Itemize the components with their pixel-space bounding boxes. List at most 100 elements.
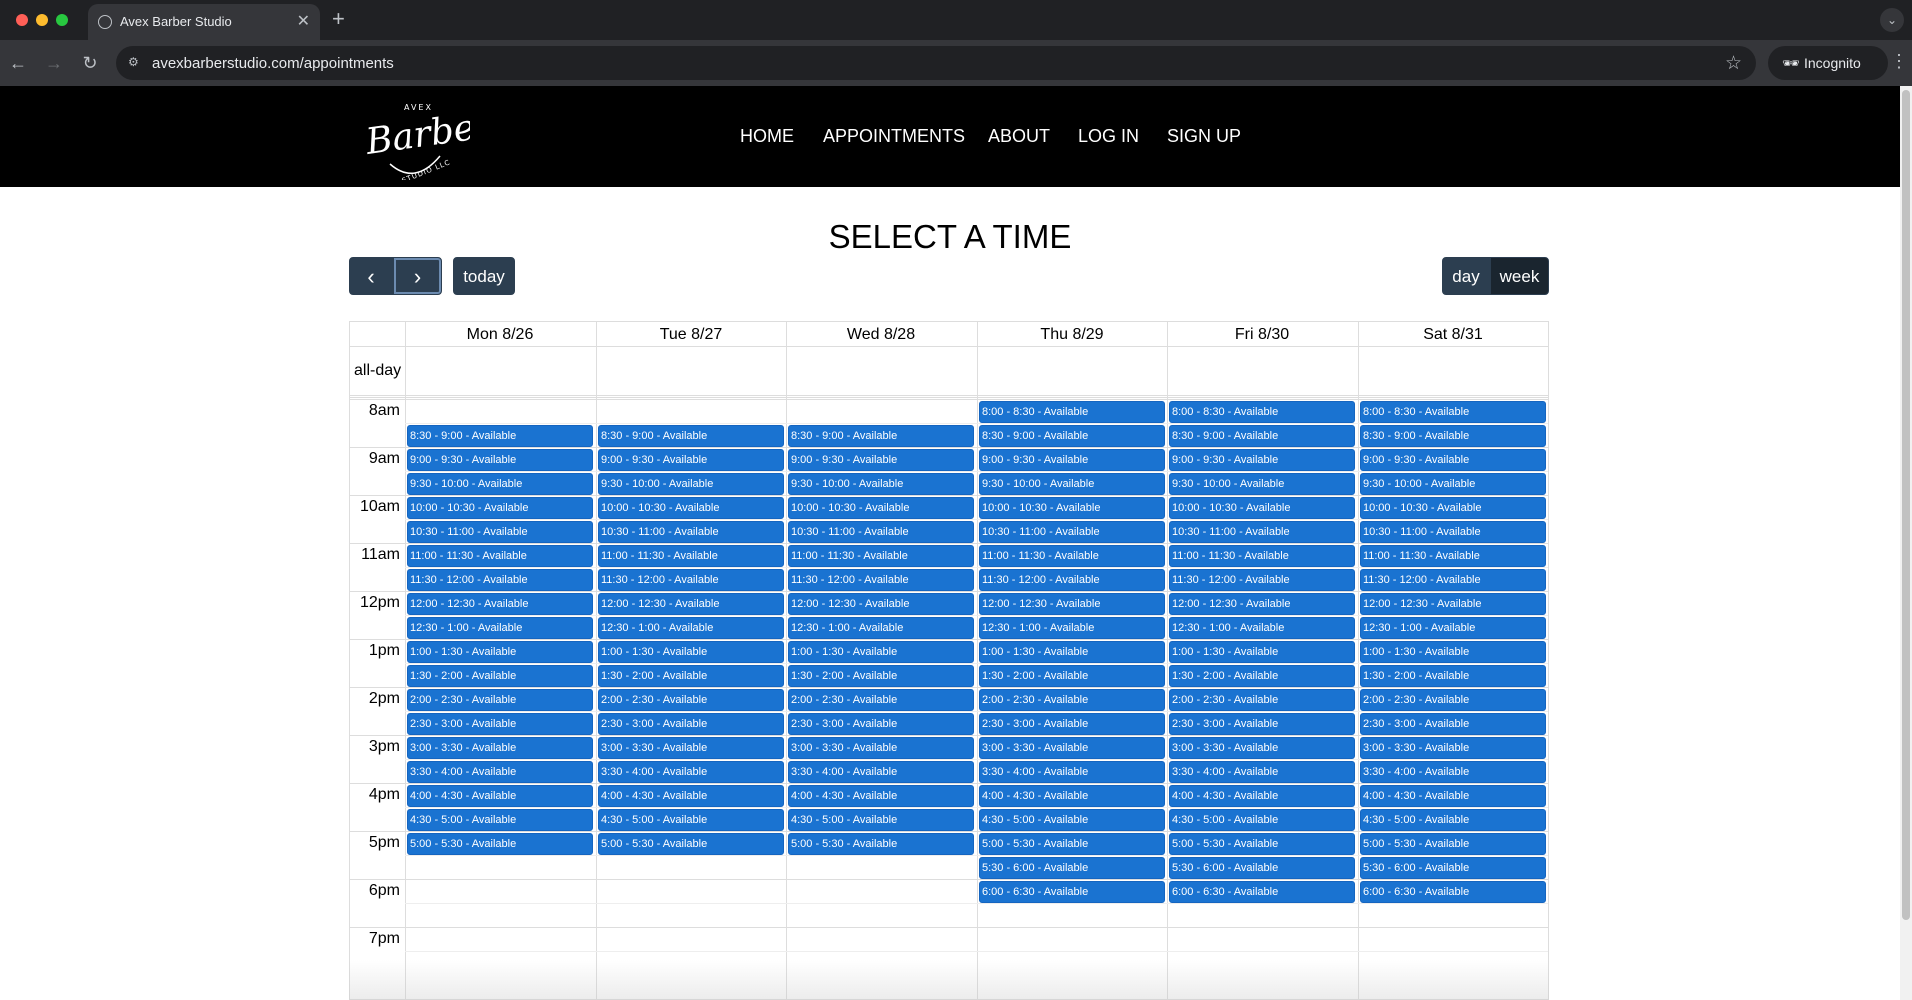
close-tab-icon[interactable]: ✕ (297, 11, 310, 31)
available-time-slot[interactable]: 11:30 - 12:00 - Available (1169, 569, 1355, 591)
available-time-slot[interactable]: 3:00 - 3:30 - Available (788, 737, 974, 759)
available-time-slot[interactable]: 9:30 - 10:00 - Available (788, 473, 974, 495)
available-time-slot[interactable]: 10:00 - 10:30 - Available (979, 497, 1165, 519)
available-time-slot[interactable]: 6:00 - 6:30 - Available (979, 881, 1165, 903)
available-time-slot[interactable]: 2:30 - 3:00 - Available (598, 713, 784, 735)
available-time-slot[interactable]: 4:30 - 5:00 - Available (788, 809, 974, 831)
available-time-slot[interactable]: 1:00 - 1:30 - Available (1360, 641, 1546, 663)
page-scrollbar[interactable] (1900, 86, 1912, 1000)
available-time-slot[interactable]: 9:00 - 9:30 - Available (1169, 449, 1355, 471)
available-time-slot[interactable]: 4:00 - 4:30 - Available (979, 785, 1165, 807)
available-time-slot[interactable]: 2:00 - 2:30 - Available (1169, 689, 1355, 711)
available-time-slot[interactable]: 1:00 - 1:30 - Available (407, 641, 593, 663)
available-time-slot[interactable]: 12:30 - 1:00 - Available (788, 617, 974, 639)
available-time-slot[interactable]: 10:00 - 10:30 - Available (407, 497, 593, 519)
day-view-button[interactable]: day (1442, 257, 1490, 295)
maximize-window-button[interactable] (56, 14, 68, 26)
available-time-slot[interactable]: 11:30 - 12:00 - Available (407, 569, 593, 591)
available-time-slot[interactable]: 2:30 - 3:00 - Available (407, 713, 593, 735)
back-arrow-icon[interactable]: ← (6, 51, 30, 75)
available-time-slot[interactable]: 3:00 - 3:30 - Available (407, 737, 593, 759)
nav-about[interactable]: ABOUT (988, 126, 1050, 147)
available-time-slot[interactable]: 1:30 - 2:00 - Available (598, 665, 784, 687)
available-time-slot[interactable]: 12:00 - 12:30 - Available (788, 593, 974, 615)
available-time-slot[interactable]: 12:00 - 12:30 - Available (407, 593, 593, 615)
available-time-slot[interactable]: 11:00 - 11:30 - Available (979, 545, 1165, 567)
available-time-slot[interactable]: 1:00 - 1:30 - Available (979, 641, 1165, 663)
available-time-slot[interactable]: 4:30 - 5:00 - Available (407, 809, 593, 831)
available-time-slot[interactable]: 2:30 - 3:00 - Available (788, 713, 974, 735)
available-time-slot[interactable]: 9:00 - 9:30 - Available (979, 449, 1165, 471)
available-time-slot[interactable]: 10:30 - 11:00 - Available (598, 521, 784, 543)
available-time-slot[interactable]: 1:00 - 1:30 - Available (598, 641, 784, 663)
available-time-slot[interactable]: 12:30 - 1:00 - Available (979, 617, 1165, 639)
available-time-slot[interactable]: 12:30 - 1:00 - Available (1169, 617, 1355, 639)
available-time-slot[interactable]: 2:00 - 2:30 - Available (979, 689, 1165, 711)
available-time-slot[interactable]: 4:00 - 4:30 - Available (598, 785, 784, 807)
available-time-slot[interactable]: 9:30 - 10:00 - Available (979, 473, 1165, 495)
available-time-slot[interactable]: 8:00 - 8:30 - Available (1169, 401, 1355, 423)
forward-arrow-icon[interactable]: → (42, 51, 66, 75)
available-time-slot[interactable]: 5:00 - 5:30 - Available (1169, 833, 1355, 855)
available-time-slot[interactable]: 1:30 - 2:00 - Available (1169, 665, 1355, 687)
avex-barber-logo[interactable]: AVEX Barber STUDIO LLC (360, 94, 496, 185)
available-time-slot[interactable]: 12:30 - 1:00 - Available (407, 617, 593, 639)
available-time-slot[interactable]: 3:00 - 3:30 - Available (1169, 737, 1355, 759)
available-time-slot[interactable]: 10:00 - 10:30 - Available (1360, 497, 1546, 519)
prev-week-button[interactable]: ‹ (349, 257, 393, 295)
available-time-slot[interactable]: 9:00 - 9:30 - Available (598, 449, 784, 471)
available-time-slot[interactable]: 1:30 - 2:00 - Available (1360, 665, 1546, 687)
available-time-slot[interactable]: 9:30 - 10:00 - Available (1360, 473, 1546, 495)
available-time-slot[interactable]: 5:00 - 5:30 - Available (788, 833, 974, 855)
available-time-slot[interactable]: 10:30 - 11:00 - Available (979, 521, 1165, 543)
new-tab-icon[interactable]: + (332, 6, 345, 32)
site-info-icon[interactable]: ⚙ (128, 55, 144, 71)
available-time-slot[interactable]: 11:30 - 12:00 - Available (1360, 569, 1546, 591)
available-time-slot[interactable]: 5:00 - 5:30 - Available (407, 833, 593, 855)
available-time-slot[interactable]: 8:30 - 9:00 - Available (1360, 425, 1546, 447)
available-time-slot[interactable]: 11:30 - 12:00 - Available (979, 569, 1165, 591)
scrollbar-thumb[interactable] (1902, 90, 1910, 920)
nav-log-in[interactable]: LOG IN (1078, 126, 1139, 147)
available-time-slot[interactable]: 4:00 - 4:30 - Available (788, 785, 974, 807)
available-time-slot[interactable]: 12:30 - 1:00 - Available (1360, 617, 1546, 639)
incognito-badge[interactable]: 🕶 Incognito (1768, 46, 1888, 80)
available-time-slot[interactable]: 2:30 - 3:00 - Available (979, 713, 1165, 735)
close-window-button[interactable] (16, 14, 28, 26)
available-time-slot[interactable]: 5:00 - 5:30 - Available (979, 833, 1165, 855)
available-time-slot[interactable]: 11:00 - 11:30 - Available (1360, 545, 1546, 567)
available-time-slot[interactable]: 8:30 - 9:00 - Available (788, 425, 974, 447)
available-time-slot[interactable]: 6:00 - 6:30 - Available (1169, 881, 1355, 903)
available-time-slot[interactable]: 11:30 - 12:00 - Available (788, 569, 974, 591)
week-view-button[interactable]: week (1490, 257, 1549, 295)
available-time-slot[interactable]: 2:00 - 2:30 - Available (598, 689, 784, 711)
available-time-slot[interactable]: 6:00 - 6:30 - Available (1360, 881, 1546, 903)
available-time-slot[interactable]: 3:00 - 3:30 - Available (598, 737, 784, 759)
available-time-slot[interactable]: 9:30 - 10:00 - Available (1169, 473, 1355, 495)
available-time-slot[interactable]: 10:30 - 11:00 - Available (788, 521, 974, 543)
next-week-button[interactable]: › (393, 257, 442, 295)
nav-appointments[interactable]: APPOINTMENTS (823, 126, 965, 147)
available-time-slot[interactable]: 3:30 - 4:00 - Available (1360, 761, 1546, 783)
available-time-slot[interactable]: 2:30 - 3:00 - Available (1169, 713, 1355, 735)
available-time-slot[interactable]: 1:00 - 1:30 - Available (788, 641, 974, 663)
available-time-slot[interactable]: 12:00 - 12:30 - Available (1169, 593, 1355, 615)
available-time-slot[interactable]: 3:30 - 4:00 - Available (1169, 761, 1355, 783)
available-time-slot[interactable]: 5:00 - 5:30 - Available (1360, 833, 1546, 855)
browser-menu-icon[interactable]: ⋮ (1890, 51, 1908, 72)
available-time-slot[interactable]: 11:00 - 11:30 - Available (407, 545, 593, 567)
available-time-slot[interactable]: 5:00 - 5:30 - Available (598, 833, 784, 855)
available-time-slot[interactable]: 10:30 - 11:00 - Available (1360, 521, 1546, 543)
available-time-slot[interactable]: 3:00 - 3:30 - Available (1360, 737, 1546, 759)
available-time-slot[interactable]: 1:30 - 2:00 - Available (979, 665, 1165, 687)
available-time-slot[interactable]: 4:30 - 5:00 - Available (1360, 809, 1546, 831)
available-time-slot[interactable]: 12:00 - 12:30 - Available (598, 593, 784, 615)
available-time-slot[interactable]: 8:00 - 8:30 - Available (979, 401, 1165, 423)
available-time-slot[interactable]: 12:30 - 1:00 - Available (598, 617, 784, 639)
available-time-slot[interactable]: 9:30 - 10:00 - Available (598, 473, 784, 495)
available-time-slot[interactable]: 11:00 - 11:30 - Available (598, 545, 784, 567)
available-time-slot[interactable]: 5:30 - 6:00 - Available (1360, 857, 1546, 879)
available-time-slot[interactable]: 10:30 - 11:00 - Available (1169, 521, 1355, 543)
available-time-slot[interactable]: 8:00 - 8:30 - Available (1360, 401, 1546, 423)
bookmark-star-icon[interactable]: ☆ (1725, 52, 1742, 75)
